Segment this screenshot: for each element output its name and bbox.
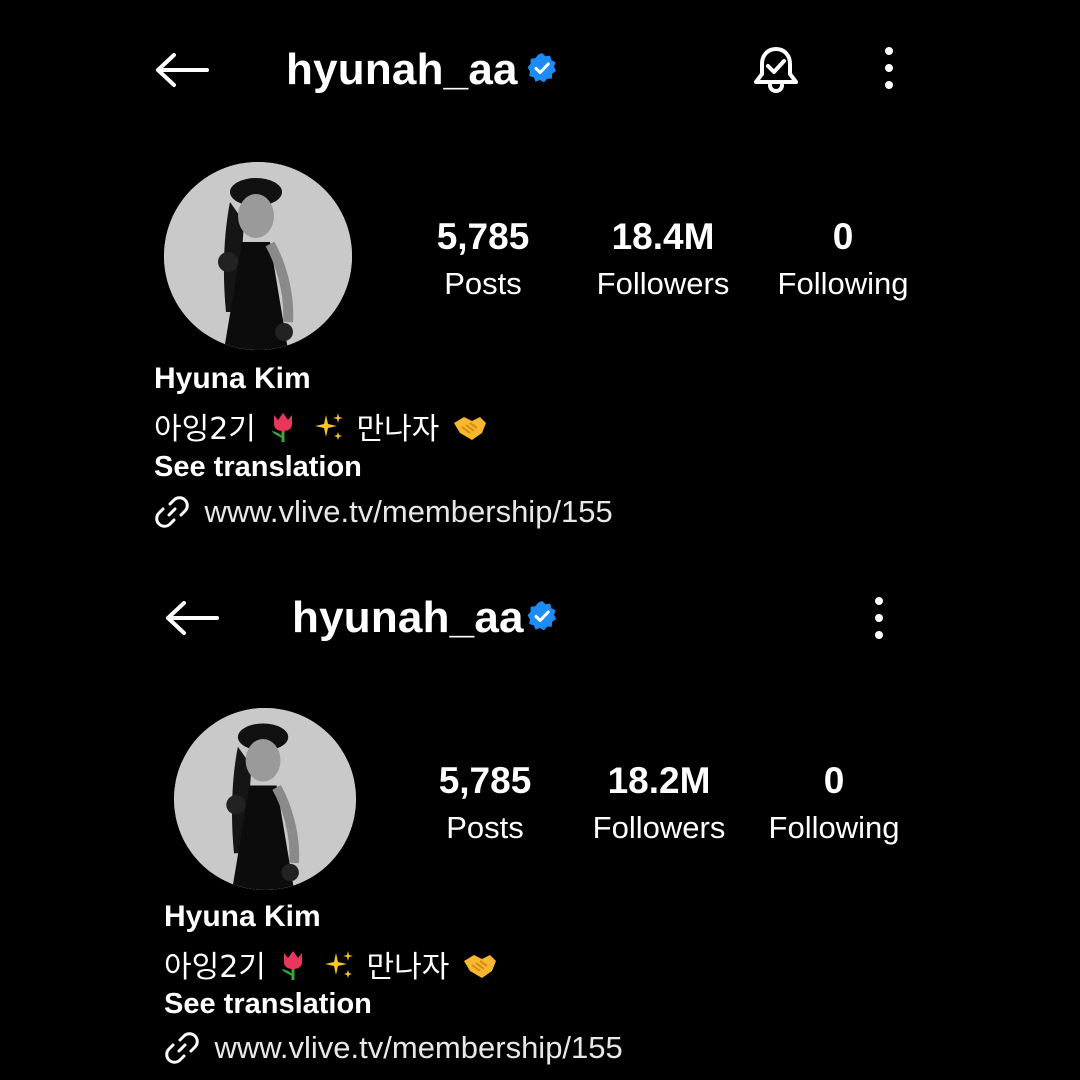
profile-username: hyunah_aa bbox=[286, 45, 518, 94]
bio-name: Hyuna Kim bbox=[154, 362, 311, 395]
stat-label: Followers bbox=[596, 265, 730, 301]
tulip-emoji-icon bbox=[278, 949, 308, 989]
link-icon bbox=[164, 1030, 200, 1066]
bio-link[interactable]: www.vlive.tv/membership/155 bbox=[164, 1030, 623, 1066]
profile-avatar[interactable] bbox=[164, 162, 352, 350]
back-arrow-icon[interactable] bbox=[164, 600, 220, 636]
bio-text-part: 만나자 bbox=[366, 950, 450, 985]
notification-bell-icon[interactable] bbox=[750, 44, 802, 96]
verified-badge-icon bbox=[526, 52, 558, 84]
stat-value: 0 bbox=[823, 760, 845, 801]
more-options-icon[interactable] bbox=[869, 596, 889, 640]
back-arrow-icon[interactable] bbox=[154, 52, 210, 88]
profile-screenshot-bottom: hyunah_aa 5,785 Posts 18.2M Followers 0 … bbox=[0, 540, 1080, 1080]
bio-text: 아잉2기 만나자 bbox=[164, 942, 501, 989]
stat-label: Following bbox=[768, 809, 900, 845]
see-translation-link[interactable]: See translation bbox=[154, 451, 362, 484]
stat-label: Followers bbox=[592, 809, 726, 845]
bio-text: 아잉2기 만나자 bbox=[154, 404, 491, 451]
stat-label: Following bbox=[777, 265, 909, 301]
handshake-emoji-icon bbox=[452, 413, 488, 451]
stat-value: 0 bbox=[832, 216, 854, 257]
tulip-emoji-icon bbox=[268, 411, 298, 451]
stat-value: 18.2M bbox=[607, 760, 711, 801]
stat-label: Posts bbox=[446, 809, 524, 845]
bio-link[interactable]: www.vlive.tv/membership/155 bbox=[154, 494, 613, 530]
stat-posts[interactable]: 5,785 Posts bbox=[395, 760, 575, 851]
link-icon bbox=[154, 494, 190, 530]
sparkles-emoji-icon bbox=[324, 949, 354, 989]
bio-text-part: 아잉2기 bbox=[154, 412, 256, 447]
see-translation-link[interactable]: See translation bbox=[164, 988, 372, 1021]
bio-text-part: 만나자 bbox=[356, 412, 440, 447]
sparkles-emoji-icon bbox=[314, 411, 344, 451]
stat-value: 5,785 bbox=[436, 216, 530, 257]
stat-value: 5,785 bbox=[438, 760, 532, 801]
stat-label: Posts bbox=[444, 265, 522, 301]
stat-posts[interactable]: 5,785 Posts bbox=[393, 216, 573, 307]
profile-username: hyunah_aa bbox=[292, 593, 524, 642]
stat-followers[interactable]: 18.2M Followers bbox=[569, 760, 749, 851]
bio-link-text: www.vlive.tv/membership/155 bbox=[204, 494, 613, 529]
handshake-emoji-icon bbox=[462, 951, 498, 989]
bio-name: Hyuna Kim bbox=[164, 900, 321, 933]
bio-link-text: www.vlive.tv/membership/155 bbox=[214, 1030, 623, 1065]
stat-value: 18.4M bbox=[611, 216, 715, 257]
profile-screenshot-top: hyunah_aa 5,785 Posts 18.4M Followers 0 bbox=[0, 0, 1080, 540]
stat-following[interactable]: 0 Following bbox=[744, 760, 924, 851]
more-options-icon[interactable] bbox=[879, 46, 899, 90]
stat-followers[interactable]: 18.4M Followers bbox=[573, 216, 753, 307]
profile-avatar[interactable] bbox=[174, 708, 356, 890]
verified-badge-icon bbox=[526, 600, 558, 632]
bio-text-part: 아잉2기 bbox=[164, 950, 266, 985]
stat-following[interactable]: 0 Following bbox=[753, 216, 933, 307]
